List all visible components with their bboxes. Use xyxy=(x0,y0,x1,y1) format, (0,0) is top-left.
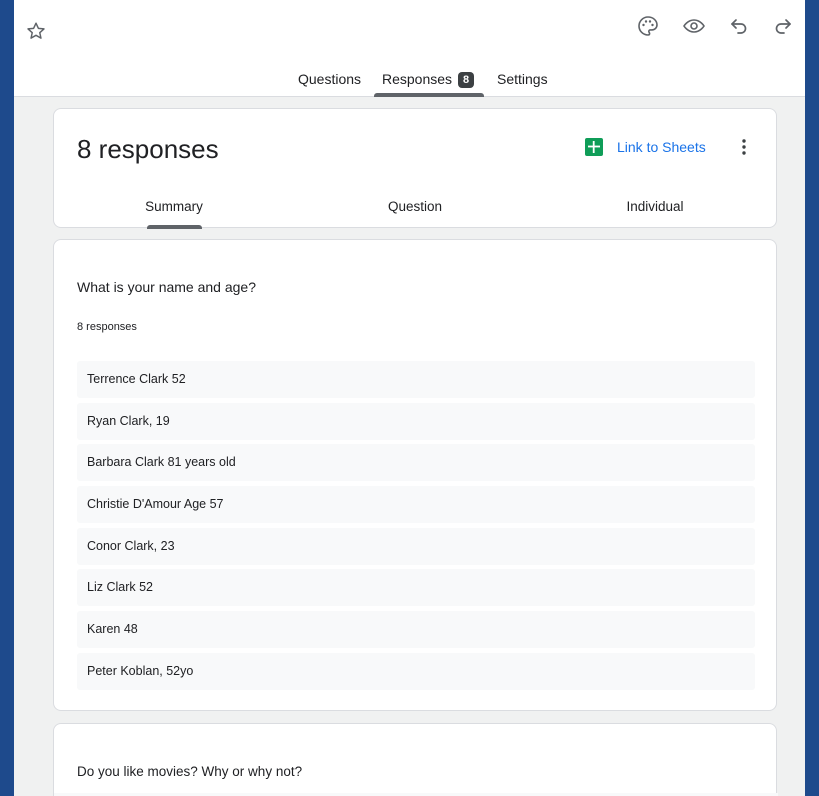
undo-icon[interactable] xyxy=(727,14,751,38)
link-to-sheets-button[interactable]: Link to Sheets xyxy=(585,137,706,157)
response-item: Karen 48 xyxy=(77,611,755,649)
response-item: Ryan Clark, 19 xyxy=(77,402,755,440)
tab-responses-label: Responses xyxy=(382,71,453,87)
response-item: Christie D'Amour Age 57 xyxy=(77,486,755,524)
question-summary-card: What is your name and age? 8 responses T… xyxy=(53,239,777,711)
active-tab-indicator xyxy=(374,93,484,97)
question-response-count: 8 responses xyxy=(77,321,137,333)
forms-window: Questions Responses 8 Settings 8 response… xyxy=(14,0,805,796)
responses-summary-card: 8 responses Link to Sheets Summary Quest… xyxy=(53,108,777,229)
form-tabs: Questions Responses 8 Settings xyxy=(14,68,805,97)
more-options-icon[interactable] xyxy=(732,135,756,159)
tab-settings[interactable]: Settings xyxy=(497,71,548,97)
response-item: Terrence Clark 52 xyxy=(77,361,755,398)
tab-settings-label: Settings xyxy=(497,71,548,87)
tab-question-label: Question xyxy=(387,199,443,214)
responses-count-badge: 8 xyxy=(458,72,475,88)
response-item: Liz Clark 52 xyxy=(77,569,755,607)
redo-icon[interactable] xyxy=(771,14,795,38)
active-subtab-indicator xyxy=(147,225,202,229)
link-to-sheets-label: Link to Sheets xyxy=(617,139,706,155)
response-item: Conor Clark, 23 xyxy=(77,527,755,565)
response-item: Barbara Clark 81 years old xyxy=(77,444,755,482)
tab-individual-label: Individual xyxy=(626,199,684,214)
sheets-icon xyxy=(585,138,603,156)
star-icon[interactable] xyxy=(25,20,47,42)
response-count-title: 8 responses xyxy=(77,134,219,164)
tab-individual[interactable]: Individual xyxy=(575,199,735,214)
response-item: Peter Koblan, 52yo xyxy=(77,652,755,690)
palette-icon[interactable] xyxy=(636,14,660,38)
eye-icon[interactable] xyxy=(682,14,706,38)
tab-questions[interactable]: Questions xyxy=(298,71,361,97)
tab-question[interactable]: Question xyxy=(335,199,495,214)
question-summary-card: Do you like movies? Why or why not? xyxy=(53,723,778,796)
tab-summary[interactable]: Summary xyxy=(94,199,254,214)
response-list: Terrence Clark 52 Ryan Clark, 19 Barbara… xyxy=(77,361,755,695)
question-title: Do you like movies? Why or why not? xyxy=(77,764,303,779)
question-title: What is your name and age? xyxy=(77,279,256,295)
tab-questions-label: Questions xyxy=(298,71,362,87)
tab-summary-label: Summary xyxy=(145,199,203,214)
top-bar: Questions Responses 8 Settings xyxy=(14,0,805,97)
